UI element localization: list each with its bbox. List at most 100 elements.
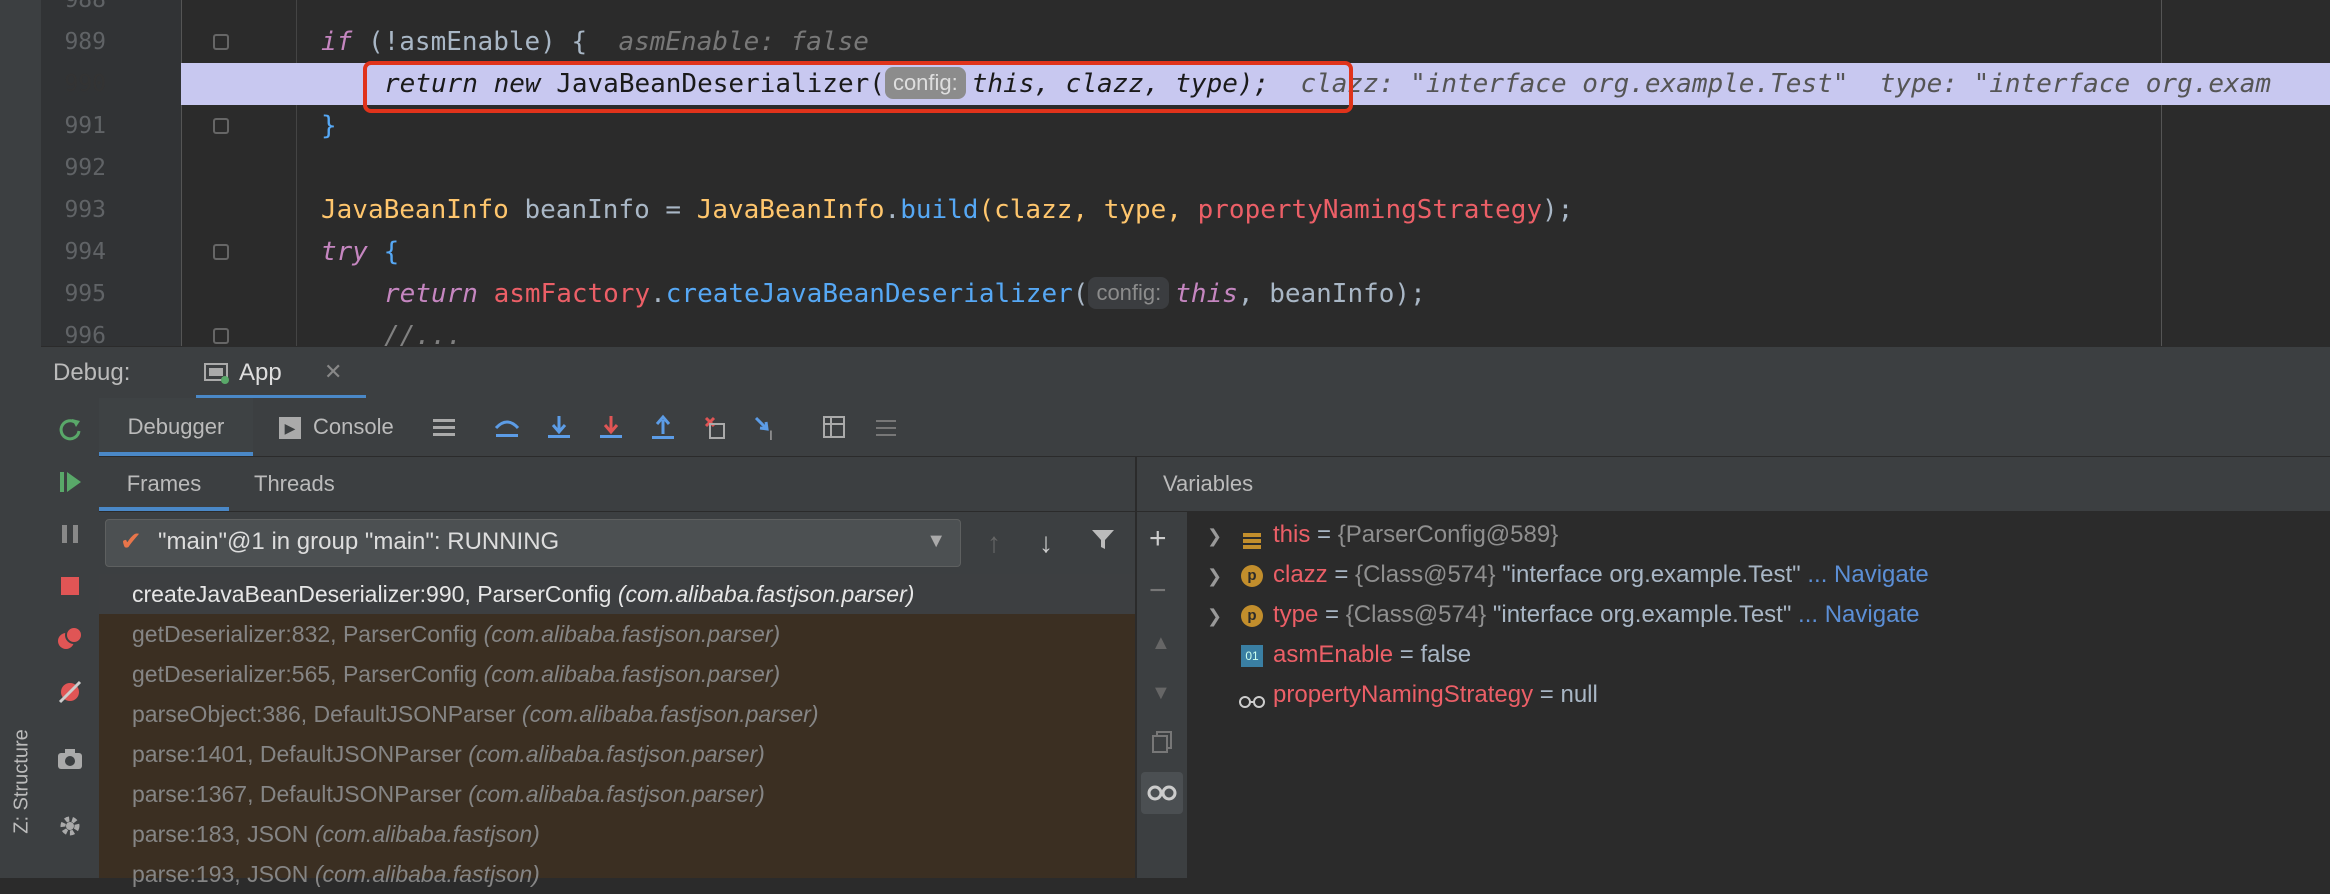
- view-breakpoints-icon[interactable]: [54, 623, 86, 655]
- add-watch-icon[interactable]: +: [1149, 522, 1167, 556]
- line-number: 993: [64, 197, 106, 223]
- previous-frame-icon[interactable]: ↑: [987, 527, 1001, 559]
- keyword-this: this: [1175, 279, 1238, 309]
- debug-title: Debug:: [53, 359, 131, 386]
- frame-row[interactable]: parse:1367, DefaultJSONParser (com.aliba…: [99, 774, 1135, 814]
- thread-dropdown[interactable]: ✔ "main"@1 in group "main": RUNNING ▼: [105, 519, 961, 567]
- variable-equals: =: [1533, 681, 1561, 708]
- frame-method: parseObject:386, DefaultJSONParser: [132, 701, 516, 727]
- parameter-icon: p: [1241, 564, 1263, 587]
- close-icon[interactable]: ✕: [324, 359, 342, 385]
- structure-tool-tab[interactable]: Z: Structure: [2, 690, 38, 870]
- frame-row[interactable]: getDeserializer:832, ParserConfig (com.a…: [99, 614, 1135, 654]
- copy-icon[interactable]: [1149, 728, 1177, 761]
- type-name: JavaBeanInfo: [321, 195, 509, 225]
- evaluate-expression-icon[interactable]: [819, 412, 849, 442]
- navigate-link[interactable]: ... Navigate: [1791, 601, 1919, 628]
- drop-frame-icon[interactable]: [700, 412, 730, 442]
- chevron-right-icon[interactable]: ❯: [1207, 516, 1227, 556]
- svg-text:I: I: [769, 427, 773, 442]
- tab-debugger[interactable]: Debugger: [99, 398, 253, 456]
- frame-row[interactable]: parse:193, JSON (com.alibaba.fastjson): [99, 854, 1135, 894]
- fold-marker-icon[interactable]: [213, 34, 229, 50]
- step-into-icon[interactable]: [596, 412, 626, 442]
- keyword-if: if: [321, 27, 353, 57]
- mute-breakpoints-icon[interactable]: [54, 676, 86, 708]
- frame-method: getDeserializer:565, ParserConfig: [132, 661, 478, 687]
- dot: .: [650, 279, 666, 309]
- frame-row[interactable]: parse:1401, DefaultJSONParser (com.aliba…: [99, 734, 1135, 774]
- run-to-cursor-icon[interactable]: I: [752, 412, 782, 443]
- frame-method: getDeserializer:832, ParserConfig: [132, 621, 478, 647]
- fold-marker-icon[interactable]: [213, 118, 229, 134]
- filter-icon[interactable]: [1089, 525, 1117, 558]
- frame-package: (com.alibaba.fastjson.parser): [483, 661, 781, 687]
- show-execution-point-icon[interactable]: [492, 412, 522, 442]
- code-line-991: 991 }: [41, 105, 2330, 147]
- line-number: 994: [64, 239, 106, 265]
- thread-selected-value: "main"@1 in group "main": RUNNING: [158, 528, 560, 555]
- chevron-down-icon: ▼: [926, 530, 946, 552]
- rerun-icon[interactable]: [54, 413, 86, 445]
- variables-header: Variables: [1137, 457, 2330, 512]
- method-name: createJavaBeanDeserializer: [665, 279, 1073, 309]
- frame-row[interactable]: parseObject:386, DefaultJSONParser (com.…: [99, 694, 1135, 734]
- move-up-icon[interactable]: ▲: [1151, 632, 1171, 655]
- pause-icon[interactable]: [54, 518, 86, 550]
- variable-row-this[interactable]: ❯ this = {ParserConfig@589}: [1207, 515, 1558, 555]
- fold-marker-icon[interactable]: [213, 244, 229, 260]
- variable-name: propertyNamingStrategy: [1273, 681, 1534, 708]
- frame-row[interactable]: getDeserializer:565, ParserConfig (com.a…: [99, 654, 1135, 694]
- layout-menu-icon[interactable]: [429, 412, 459, 442]
- variable-row-clazz[interactable]: ❯ p clazz = {Class@574} "interface org.exa…: [1207, 555, 1929, 595]
- debug-session-tab-app[interactable]: App ✕: [196, 347, 366, 399]
- frame-package: (com.alibaba.fastjson.parser): [468, 741, 765, 767]
- line-number: 989: [64, 29, 106, 55]
- variable-row-asmEnable[interactable]: 01 asmEnable = false: [1241, 635, 1471, 675]
- frame-method: createJavaBeanDeserializer:990, ParserCo…: [132, 581, 612, 607]
- variable-row-type[interactable]: ❯ p type = {Class@574} "interface org.exam…: [1207, 595, 1919, 635]
- line-number: 990: [64, 71, 106, 97]
- variable-row-propertyNamingStrategy[interactable]: propertyNamingStrategy = null: [1237, 675, 1598, 715]
- code-line-996: 996 //...: [41, 315, 2330, 346]
- frame-row[interactable]: parse:183, JSON (com.alibaba.fastjson): [99, 814, 1135, 854]
- camera-icon[interactable]: [54, 743, 86, 775]
- frame-package: (com.alibaba.fastjson.parser): [468, 781, 765, 807]
- tab-frames[interactable]: Frames: [99, 457, 229, 511]
- keyword-return: return: [384, 279, 478, 309]
- args-close: );: [1542, 195, 1574, 225]
- chevron-right-icon[interactable]: ❯: [1207, 556, 1227, 596]
- code-editor[interactable]: 988 989 if (!asmEnable) { asmEnable: fal…: [41, 0, 2330, 346]
- navigate-link[interactable]: ... Navigate: [1801, 561, 1928, 588]
- args-open: (clazz, type,: [978, 195, 1198, 225]
- variable-value: {Class@574}: [1355, 561, 1496, 588]
- comment: //...: [384, 321, 463, 346]
- next-frame-icon[interactable]: ↓: [1039, 527, 1053, 559]
- var-decl: beanInfo =: [508, 195, 697, 225]
- frame-row-selected[interactable]: createJavaBeanDeserializer:990, ParserCo…: [99, 574, 1135, 614]
- resume-icon[interactable]: [54, 466, 86, 498]
- variable-equals: =: [1310, 521, 1338, 548]
- remove-watch-icon[interactable]: −: [1149, 574, 1167, 608]
- keyword-try: try: [321, 237, 368, 267]
- settings-icon[interactable]: [54, 810, 86, 842]
- chevron-right-icon[interactable]: ❯: [1207, 596, 1227, 636]
- fold-marker-icon[interactable]: [213, 328, 229, 344]
- stop-icon[interactable]: [54, 570, 86, 602]
- line-number: 988: [64, 0, 106, 13]
- variable-name: type: [1273, 601, 1319, 628]
- field-list-icon: [1241, 525, 1263, 549]
- tab-threads[interactable]: Threads: [254, 457, 335, 511]
- debugger-toolbar: Debugger ▶ Console I: [99, 398, 2330, 457]
- args-open: (: [1072, 279, 1089, 309]
- move-down-icon[interactable]: ▼: [1151, 682, 1171, 705]
- trace-icon[interactable]: [871, 412, 901, 442]
- tab-console[interactable]: ▶ Console: [279, 398, 394, 456]
- variable-value: null: [1560, 681, 1598, 708]
- variable-equals: =: [1393, 641, 1421, 668]
- step-over-icon[interactable]: [544, 412, 574, 442]
- line-number: 996: [64, 323, 106, 346]
- step-out-icon[interactable]: [648, 412, 678, 442]
- show-watches-icon[interactable]: [1141, 772, 1183, 814]
- code-line-992: 992: [41, 147, 2330, 189]
